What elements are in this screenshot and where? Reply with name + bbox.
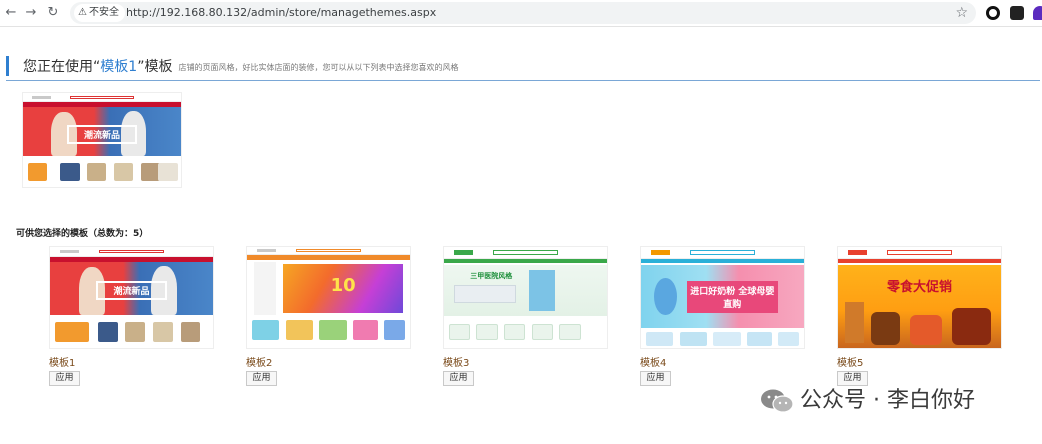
- back-arrow-icon[interactable]: ←: [2, 4, 20, 22]
- current-theme-description: 店铺的页面风格，好比实体店面的装修，您可以从以下列表中选择您喜欢的风格: [178, 63, 459, 72]
- apply-button-5[interactable]: 应用: [837, 371, 868, 386]
- theme-thumbnail-1[interactable]: 潮流新品: [49, 246, 214, 349]
- bookmark-star-icon[interactable]: ☆: [955, 2, 968, 24]
- profile-avatar-icon[interactable]: [1033, 6, 1042, 20]
- url-text[interactable]: http://192.168.80.132/admin/store/manage…: [126, 2, 436, 24]
- extension-circle-icon[interactable]: [986, 6, 1000, 20]
- wechat-icon: [761, 389, 794, 413]
- current-preview-slogan: 潮流新品: [67, 124, 137, 144]
- available-themes-title: 可供您选择的模板（总数为：5）: [16, 229, 149, 239]
- theme-thumbnail-5[interactable]: 零食大促销: [837, 246, 1002, 349]
- theme-name-3: 模板3: [443, 358, 470, 369]
- current-theme-heading: 您正在使用“模板1”模板 店铺的页面风格，好比实体店面的装修，您可以从以下列表中选…: [6, 56, 458, 76]
- address-bar[interactable]: ⚠ 不安全 http://192.168.80.132/admin/store/m…: [70, 2, 976, 24]
- forward-arrow-icon[interactable]: →: [22, 4, 40, 22]
- theme-name-5: 模板5: [837, 358, 864, 369]
- theme-1-slogan: 潮流新品: [95, 281, 168, 301]
- reload-icon[interactable]: ↻: [44, 4, 62, 22]
- theme-5-slogan: 零食大促销: [886, 280, 952, 296]
- apply-button-1[interactable]: 应用: [49, 371, 80, 386]
- apply-button-2[interactable]: 应用: [246, 371, 277, 386]
- theme-thumbnail-3[interactable]: 三甲医院风格: [443, 246, 608, 349]
- security-chip[interactable]: ⚠ 不安全: [74, 4, 125, 22]
- theme-name-2: 模板2: [246, 358, 273, 369]
- theme-name-4: 模板4: [640, 358, 667, 369]
- theme-2-slogan: 10: [330, 274, 356, 296]
- watermark-text: 公众号 · 李白你好: [800, 388, 975, 413]
- current-theme-suffix: ”模板: [137, 59, 173, 75]
- heading-divider: [6, 80, 1040, 81]
- current-theme-name: 模板1: [100, 59, 138, 75]
- theme-name-1: 模板1: [49, 358, 76, 369]
- theme-thumbnail-4[interactable]: 进口好奶粉 全球母婴直购: [640, 246, 805, 349]
- theme-4-slogan: 进口好奶粉 全球母婴直购: [686, 281, 778, 314]
- apply-button-3[interactable]: 应用: [443, 371, 474, 386]
- apply-button-4[interactable]: 应用: [640, 371, 671, 386]
- current-theme-preview: 潮流新品: [22, 92, 182, 188]
- theme-thumbnail-2[interactable]: 10: [246, 246, 411, 349]
- warning-icon: ⚠: [78, 7, 87, 18]
- theme-3-slogan: 三甲医院风格: [470, 272, 513, 281]
- browser-toolbar: ← → ↻ ⚠ 不安全 http://192.168.80.132/admin/s…: [0, 0, 1042, 27]
- current-theme-prefix: 您正在使用“: [23, 59, 101, 75]
- extension-box-icon[interactable]: [1010, 6, 1024, 20]
- security-label: 不安全: [88, 7, 119, 18]
